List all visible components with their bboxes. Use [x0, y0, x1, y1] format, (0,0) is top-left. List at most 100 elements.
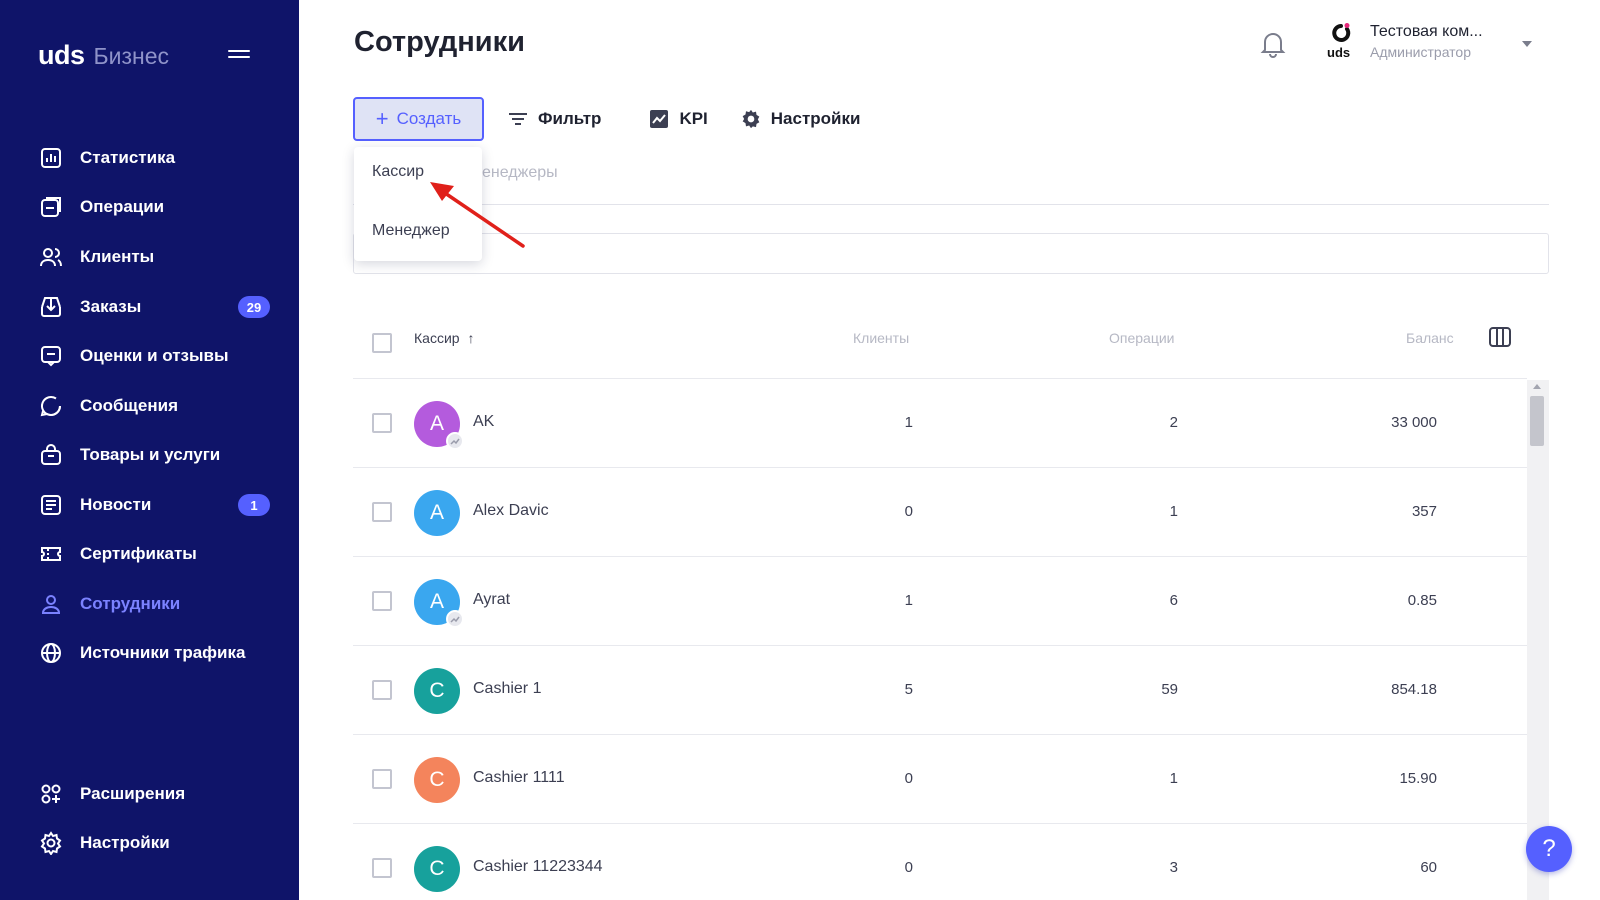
row-checkbox[interactable] [372, 502, 392, 522]
chart-icon [38, 145, 64, 171]
scroll-up-icon[interactable] [1533, 384, 1541, 389]
extensions-icon [38, 781, 64, 807]
row-checkbox[interactable] [372, 858, 392, 878]
avatar-initial: C [429, 679, 445, 702]
table-row[interactable]: A Ayrat 1 6 0.85 [353, 558, 1527, 646]
menu-toggle-icon[interactable] [228, 50, 250, 64]
sidebar-item-label: Операции [80, 197, 165, 216]
sidebar-item-statistics[interactable]: Статистика [38, 143, 278, 173]
employee-name[interactable]: Cashier 1 [473, 680, 541, 698]
columns-settings-icon[interactable] [1489, 327, 1511, 347]
trend-badge-icon [446, 432, 464, 450]
dropdown-item-cashier[interactable]: Кассир [372, 163, 424, 181]
cell-clients: 0 [904, 859, 913, 876]
kpi-button[interactable]: KPI [648, 108, 708, 130]
svg-text:uds: uds [1327, 45, 1350, 60]
avatar: C [414, 757, 460, 803]
employee-name[interactable]: Alex Davic [473, 502, 549, 520]
sidebar-item-employees[interactable]: Сотрудники [38, 589, 278, 619]
settings-gear-icon [740, 108, 762, 130]
select-all-checkbox[interactable] [372, 333, 392, 353]
gear-icon [38, 830, 64, 856]
employee-name[interactable]: Cashier 1111 [473, 769, 565, 787]
cell-clients: 5 [904, 681, 913, 698]
sidebar-item-reviews[interactable]: Оценки и отзывы [38, 341, 278, 371]
sidebar-item-news[interactable]: Новости 1 [38, 490, 278, 520]
column-header-clients[interactable]: Клиенты [853, 330, 909, 346]
orders-icon [38, 294, 64, 320]
employee-name[interactable]: Cashier 11223344 [473, 858, 603, 876]
avatar-initial: A [429, 412, 444, 435]
sort-arrow-icon: ↑ [467, 330, 475, 346]
company-name: Тестовая ком... [1370, 22, 1483, 40]
page-title: Сотрудники [354, 26, 525, 58]
company-logo-icon: uds [1326, 22, 1356, 60]
sidebar-item-label: Сотрудники [80, 594, 181, 613]
tabs-divider [353, 204, 1549, 205]
kpi-button-label: KPI [679, 109, 708, 128]
bell-icon[interactable] [1260, 30, 1286, 58]
avatar: A [414, 490, 460, 536]
sidebar-item-extensions[interactable]: Расширения [38, 779, 278, 809]
news-icon [38, 492, 64, 518]
settings-button[interactable]: Настройки [740, 108, 860, 130]
table-row[interactable]: C Cashier 11223344 0 3 60 [353, 825, 1527, 900]
kpi-icon [648, 108, 670, 130]
table-row[interactable]: C Cashier 1111 0 1 15.90 [353, 736, 1527, 824]
sidebar: uds Бизнес Статистика Операции Клиенты З… [0, 0, 299, 900]
row-checkbox[interactable] [372, 413, 392, 433]
column-header-balance[interactable]: Баланс [1406, 330, 1454, 346]
sidebar-item-orders[interactable]: Заказы 29 [38, 292, 278, 322]
operations-icon [38, 194, 64, 220]
row-checkbox[interactable] [372, 680, 392, 700]
column-header-cashier[interactable]: Кассир ↑ [414, 330, 474, 346]
column-header-operations[interactable]: Операции [1109, 330, 1175, 346]
cell-operations: 2 [1169, 414, 1178, 431]
sidebar-item-operations[interactable]: Операции [38, 192, 278, 222]
sidebar-item-label: Настройки [80, 833, 170, 852]
sidebar-item-traffic[interactable]: Источники трафика [38, 638, 278, 668]
sidebar-item-certificates[interactable]: Сертификаты [38, 539, 278, 569]
sidebar-item-label: Клиенты [80, 247, 155, 266]
sidebar-item-settings[interactable]: Настройки [38, 828, 278, 858]
scrollbar-thumb[interactable] [1530, 396, 1544, 446]
row-checkbox[interactable] [372, 591, 392, 611]
table-header: Кассир ↑ Клиенты Операции Баланс [353, 310, 1549, 378]
cell-clients: 1 [904, 414, 913, 431]
cell-balance: 15.90 [1399, 770, 1437, 787]
company-role: Администратор [1370, 43, 1472, 60]
company-switcher[interactable]: uds Тестовая ком... Администратор [1326, 22, 1483, 61]
filter-button[interactable]: Фильтр [507, 108, 601, 130]
toolbar: + Создать Фильтр KPI Настройки [353, 97, 860, 141]
avatar-initial: C [429, 768, 445, 791]
filter-button-label: Фильтр [538, 109, 602, 128]
scrollbar[interactable] [1527, 380, 1549, 900]
sidebar-item-goods[interactable]: Товары и услуги [38, 440, 278, 470]
trend-badge-icon [446, 610, 464, 628]
brand-logo[interactable]: uds Бизнес [38, 40, 169, 70]
employee-name[interactable]: Ayrat [473, 591, 510, 609]
table-row[interactable]: C Cashier 1 5 59 854.18 [353, 647, 1527, 735]
cell-balance: 854.18 [1391, 681, 1437, 698]
chevron-down-icon[interactable] [1522, 41, 1532, 47]
employees-icon [38, 591, 64, 617]
sidebar-item-label: Заказы [80, 297, 142, 316]
orders-count-badge: 29 [238, 296, 270, 318]
annotation-arrow-icon [430, 182, 525, 248]
table-row[interactable]: A AK 1 2 33 000 [353, 380, 1527, 468]
sidebar-item-label: Оценки и отзывы [80, 346, 229, 365]
row-checkbox[interactable] [372, 769, 392, 789]
cell-clients: 1 [904, 592, 913, 609]
help-button[interactable]: ? [1526, 826, 1572, 872]
sidebar-item-label: Новости [80, 495, 152, 514]
table-row[interactable]: A Alex Davic 0 1 357 [353, 469, 1527, 557]
create-button[interactable]: + Создать [353, 97, 484, 141]
search-input[interactable] [353, 233, 1549, 274]
sidebar-item-messages[interactable]: Сообщения [38, 391, 278, 421]
employee-name[interactable]: AK [473, 413, 494, 431]
header-divider [353, 378, 1527, 379]
sidebar-item-label: Сертификаты [80, 544, 197, 563]
sidebar-item-clients[interactable]: Клиенты [38, 242, 278, 272]
news-count-badge: 1 [238, 494, 270, 516]
globe-icon [38, 640, 64, 666]
